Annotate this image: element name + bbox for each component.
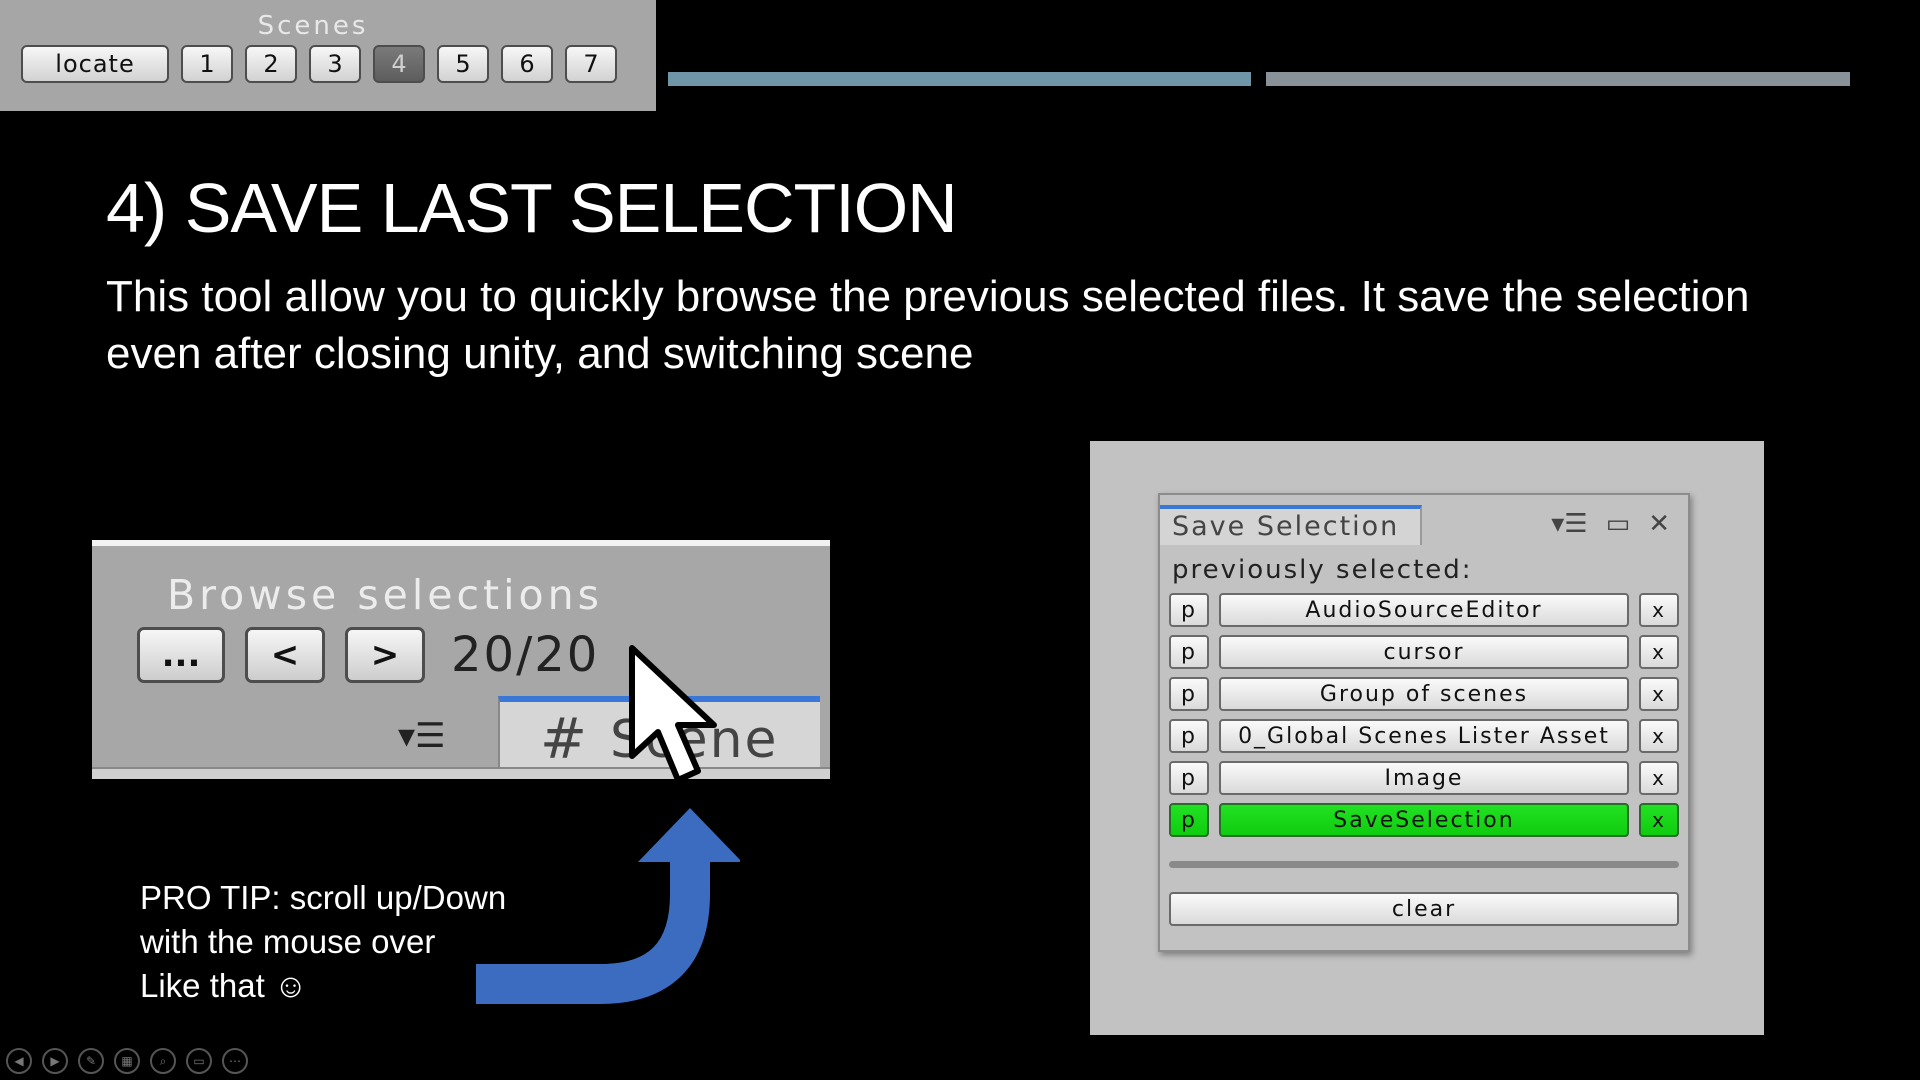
save-selection-tab-label: Save Selection	[1172, 511, 1400, 542]
hash-icon: #	[540, 707, 587, 772]
more-icon[interactable]: ⋯	[222, 1048, 248, 1074]
scene-button-3[interactable]: 3	[309, 45, 361, 83]
close-icon[interactable]: ✕	[1648, 509, 1670, 539]
panel-menu-icon[interactable]: ▾☰	[398, 716, 446, 756]
pro-tip-line-1: PRO TIP: scroll up/Down	[140, 879, 507, 916]
ping-button[interactable]: p	[1169, 593, 1209, 627]
selection-item-button[interactable]: AudioSourceEditor	[1219, 593, 1629, 627]
selection-item-button[interactable]: 0_Global Scenes Lister Asset	[1219, 719, 1629, 753]
save-selection-window: Save Selection ▾☰ ▭ ✕ previously selecte…	[1158, 493, 1690, 952]
ping-button[interactable]: p	[1169, 761, 1209, 795]
scenes-button-row: locate 1 2 3 4 5 6 7	[21, 45, 617, 83]
browse-controls: ... < > 20/20	[137, 627, 599, 683]
ping-button[interactable]: p	[1169, 719, 1209, 753]
pro-tip: PRO TIP: scroll up/Down with the mouse o…	[140, 876, 506, 1008]
subtitles-icon[interactable]: ▭	[186, 1048, 212, 1074]
selection-row: p AudioSourceEditor x	[1169, 593, 1679, 627]
browse-prev-button[interactable]: <	[245, 627, 325, 683]
pen-icon[interactable]: ✎	[78, 1048, 104, 1074]
curved-arrow-icon	[476, 808, 740, 1004]
ping-button[interactable]: p	[1169, 677, 1209, 711]
scenes-panel: Scenes locate 1 2 3 4 5 6 7	[0, 0, 656, 111]
remove-button[interactable]: x	[1639, 719, 1679, 753]
selection-item-button[interactable]: Image	[1219, 761, 1629, 795]
save-selection-tab[interactable]: Save Selection	[1160, 505, 1422, 545]
selection-row: p Image x	[1169, 761, 1679, 795]
scene-button-2[interactable]: 2	[245, 45, 297, 83]
scene-button-1[interactable]: 1	[181, 45, 233, 83]
selection-item-button-current[interactable]: SaveSelection	[1219, 803, 1629, 837]
progress-segment-upcoming	[1266, 72, 1850, 86]
scene-button-6[interactable]: 6	[501, 45, 553, 83]
remove-button[interactable]: x	[1639, 593, 1679, 627]
next-icon[interactable]: ▶	[42, 1048, 68, 1074]
slideshow-controls: ◀ ▶ ✎ ▦ ⌕ ▭ ⋯	[6, 1048, 248, 1074]
scene-button-4[interactable]: 4	[373, 45, 425, 83]
remove-button[interactable]: x	[1639, 635, 1679, 669]
slides-icon[interactable]: ▦	[114, 1048, 140, 1074]
ping-button[interactable]: p	[1169, 803, 1209, 837]
slide-description: This tool allow you to quickly browse th…	[106, 272, 1750, 378]
selection-item-button[interactable]: cursor	[1219, 635, 1629, 669]
browse-next-button[interactable]: >	[345, 627, 425, 683]
window-menu-icon[interactable]: ▾☰	[1551, 509, 1587, 539]
prev-icon[interactable]: ◀	[6, 1048, 32, 1074]
clear-button[interactable]: clear	[1169, 892, 1679, 926]
selection-list: p AudioSourceEditor x p cursor x p Group…	[1169, 593, 1679, 845]
slide-title: 4) SAVE LAST SELECTION	[106, 169, 958, 247]
selection-row: p 0_Global Scenes Lister Asset x	[1169, 719, 1679, 753]
remove-button[interactable]: x	[1639, 803, 1679, 837]
previously-selected-label: previously selected:	[1172, 555, 1473, 585]
selection-row-highlighted: p SaveSelection x	[1169, 803, 1679, 837]
selection-counter: 20/20	[451, 627, 600, 683]
remove-button[interactable]: x	[1639, 761, 1679, 795]
mouse-cursor-icon	[629, 645, 717, 783]
maximize-icon[interactable]: ▭	[1606, 509, 1631, 539]
progress-segment-current	[668, 72, 1251, 86]
window-controls: ▾☰ ▭ ✕	[1551, 509, 1670, 539]
pro-tip-line-3: Like that ☺	[140, 967, 308, 1004]
remove-button[interactable]: x	[1639, 677, 1679, 711]
scenes-title: Scenes	[257, 11, 369, 41]
selection-row: p cursor x	[1169, 635, 1679, 669]
scene-button-7[interactable]: 7	[565, 45, 617, 83]
scrollbar[interactable]	[1169, 861, 1679, 868]
zoom-icon[interactable]: ⌕	[150, 1048, 176, 1074]
browse-more-button[interactable]: ...	[137, 627, 225, 683]
ping-button[interactable]: p	[1169, 635, 1209, 669]
locate-button[interactable]: locate	[21, 45, 169, 83]
scene-button-5[interactable]: 5	[437, 45, 489, 83]
selection-item-button[interactable]: Group of scenes	[1219, 677, 1629, 711]
browse-title: Browse selections	[167, 571, 603, 619]
selection-row: p Group of scenes x	[1169, 677, 1679, 711]
pro-tip-line-2: with the mouse over	[140, 923, 436, 960]
